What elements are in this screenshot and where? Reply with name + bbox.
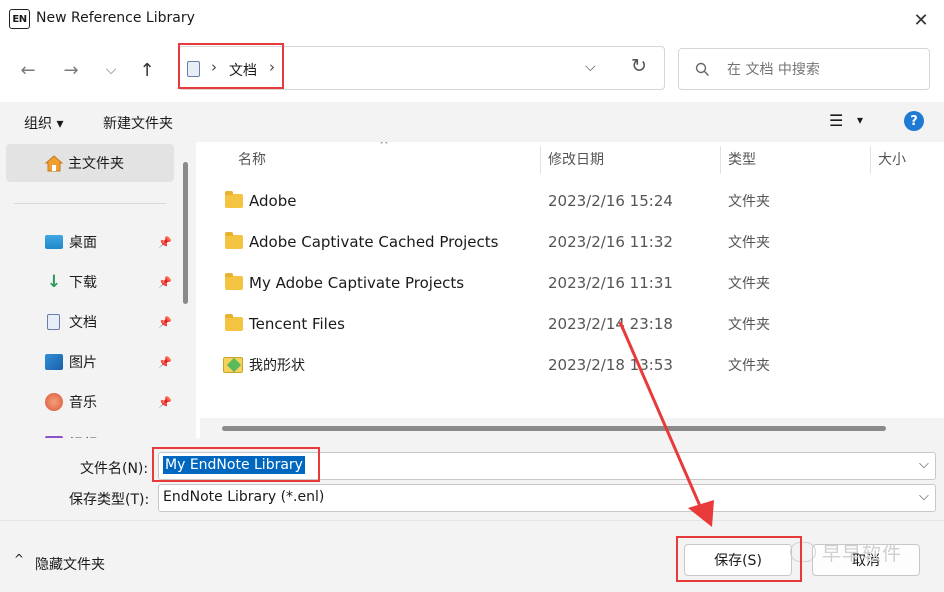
annotation-arrow <box>618 321 714 527</box>
